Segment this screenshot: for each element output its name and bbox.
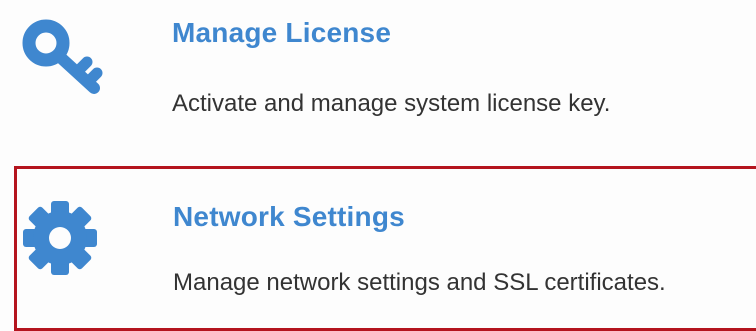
network-settings-title[interactable]: Network Settings — [173, 201, 405, 233]
manage-license-item[interactable]: Manage License Activate and manage syste… — [0, 0, 756, 150]
gear-icon — [23, 201, 97, 275]
settings-menu: Manage License Activate and manage syste… — [0, 0, 756, 331]
key-icon — [22, 19, 103, 94]
network-settings-description: Manage network settings and SSL certific… — [173, 269, 666, 296]
manage-license-title[interactable]: Manage License — [172, 17, 391, 49]
manage-license-description: Activate and manage system license key. — [172, 90, 611, 117]
network-settings-item[interactable]: Network Settings Manage network settings… — [14, 166, 756, 331]
